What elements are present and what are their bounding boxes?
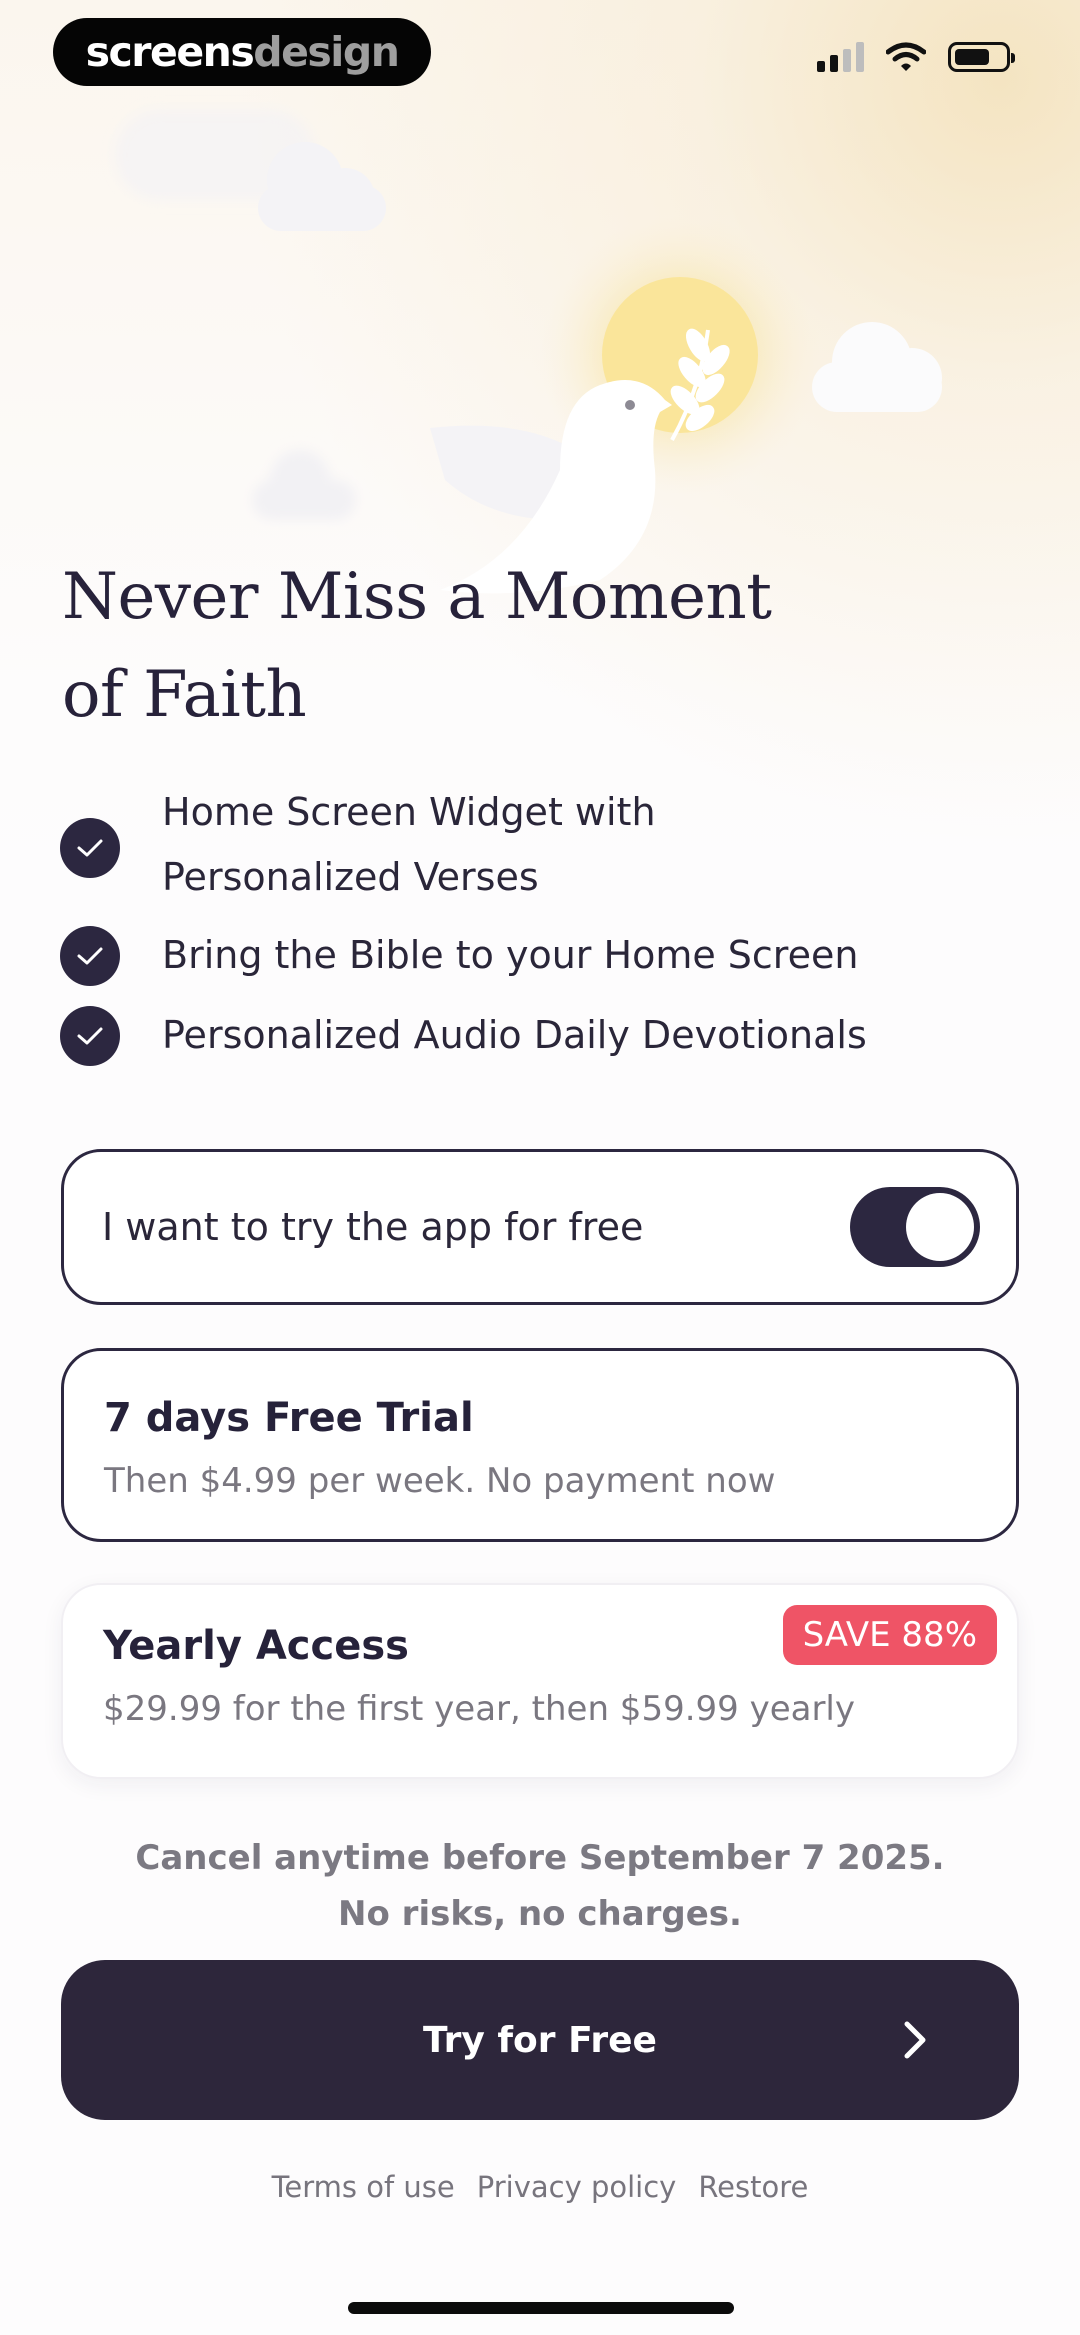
cloud-icon [258, 142, 386, 231]
toggle-knob [906, 1193, 974, 1261]
try-for-free-button[interactable]: Try for Free [61, 1960, 1019, 2120]
cancel-note-line-1: Cancel anytime before September 7 2025. [135, 1838, 945, 1878]
cloud-icon [812, 322, 942, 412]
plan-option-yearly[interactable]: Yearly Access $29.99 for the first year,… [61, 1583, 1019, 1779]
title-line-1: Never Miss a Moment [62, 560, 772, 634]
save-badge: SAVE 88% [782, 1605, 997, 1665]
screensdesign-logo: screens design [53, 18, 431, 86]
free-trial-toggle-label: I want to try the app for free [102, 1205, 644, 1249]
feature-item: Bring the Bible to your Home Screen [60, 926, 858, 986]
plan-option-free-trial[interactable]: 7 days Free Trial Then $4.99 per week. N… [61, 1348, 1019, 1542]
feature-item: Home Screen Widget with Personalized Ver… [60, 790, 656, 899]
restore-link[interactable]: Restore [698, 2170, 808, 2204]
plan-description: $29.99 for the first year, then $59.99 y… [103, 1689, 856, 1729]
cancel-note-line-2: No risks, no charges. [338, 1894, 742, 1934]
free-trial-toggle-switch[interactable] [850, 1187, 980, 1267]
feature-text-line-1: Home Screen Widget with [162, 790, 656, 834]
plan-name: Yearly Access [103, 1623, 409, 1669]
feature-text: Home Screen Widget with Personalized Ver… [162, 780, 922, 910]
status-bar [817, 42, 1015, 72]
battery-icon [948, 42, 1015, 72]
title-line-2: of Faith [62, 658, 307, 732]
check-icon [60, 818, 120, 878]
privacy-policy-link[interactable]: Privacy policy [477, 2170, 677, 2204]
logo-text-screens: screens [85, 28, 255, 76]
wifi-icon [886, 42, 926, 71]
feature-text-line-2: Personalized Verses [162, 855, 539, 899]
cellular-signal-icon [817, 42, 864, 72]
free-trial-toggle-card[interactable]: I want to try the app for free [61, 1149, 1019, 1305]
feature-item: Personalized Audio Daily Devotionals [60, 1006, 867, 1066]
terms-of-use-link[interactable]: Terms of use [272, 2170, 455, 2204]
footer-links: Terms of use Privacy policy Restore [0, 2170, 1080, 2204]
logo-text-design: design [253, 28, 400, 76]
check-icon [60, 926, 120, 986]
feature-text: Personalized Audio Daily Devotionals [162, 1013, 867, 1057]
cloud-icon [252, 450, 356, 520]
page-title: Never Miss a Moment of Faith [62, 548, 822, 744]
check-icon [60, 1006, 120, 1066]
cancel-note: Cancel anytime before September 7 2025. … [0, 1830, 1080, 1942]
feature-text: Bring the Bible to your Home Screen [162, 933, 859, 977]
plan-name: 7 days Free Trial [104, 1395, 474, 1441]
try-for-free-label: Try for Free [423, 2019, 657, 2061]
chevron-right-icon [904, 2021, 926, 2059]
plan-description: Then $4.99 per week. No payment now [104, 1461, 776, 1501]
home-indicator [348, 2302, 734, 2314]
